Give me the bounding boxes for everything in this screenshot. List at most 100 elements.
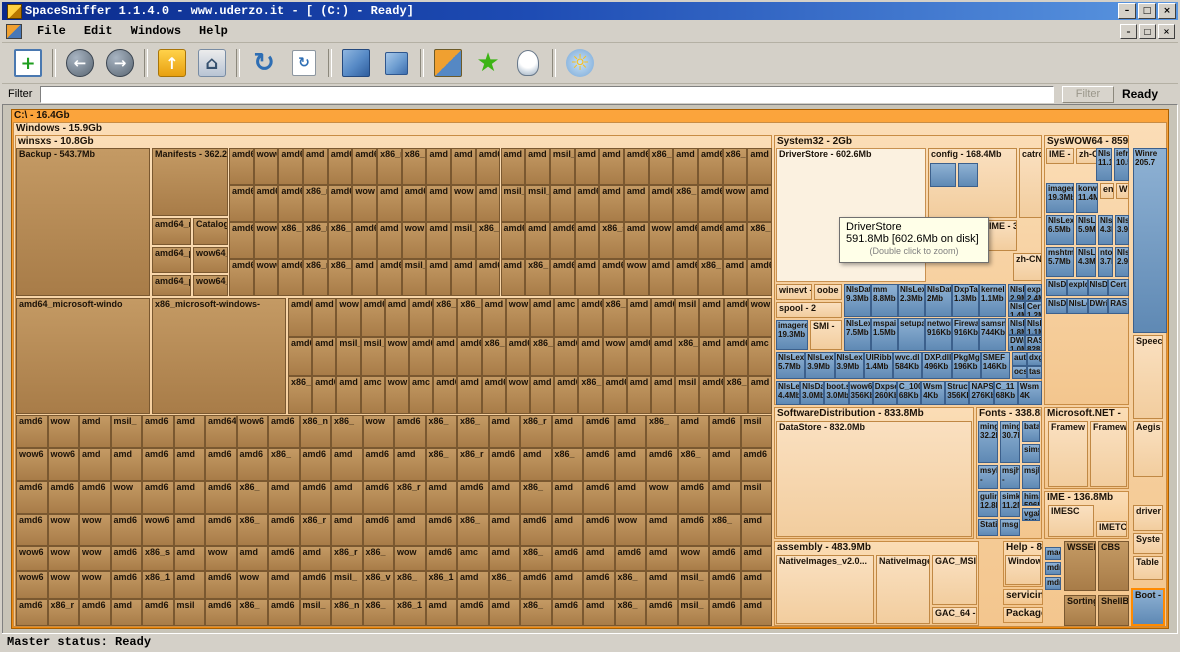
treemap-block[interactable]: amd [615, 448, 647, 481]
treemap-block[interactable]: Wsm 4K [1018, 381, 1042, 405]
treemap-block[interactable]: amd [426, 599, 458, 626]
treemap-block[interactable]: NlsLexi 3.9Mb [835, 352, 864, 379]
treemap-block[interactable]: CertE 1.2M [1025, 301, 1042, 317]
back-button[interactable]: ← [60, 45, 100, 81]
treemap-block[interactable]: amd [741, 546, 773, 571]
treemap-block[interactable]: amd [575, 259, 600, 296]
treemap-block[interactable]: amd [312, 298, 336, 337]
treemap-block[interactable]: amd [426, 222, 451, 259]
treemap-block[interactable]: wow [111, 481, 143, 514]
treemap-block[interactable]: amd [709, 448, 741, 481]
treemap-block[interactable]: DXP.dll 496Kb [922, 352, 951, 379]
treemap-block[interactable]: korwb 11.4M [1076, 183, 1098, 213]
treemap-block[interactable]: ocset [1012, 366, 1027, 379]
treemap-block[interactable]: amd [457, 571, 489, 599]
treemap-block[interactable]: amd [174, 571, 206, 599]
treemap-block[interactable]: amd [457, 376, 481, 414]
treemap-block[interactable]: x86_r [278, 222, 303, 259]
treemap-block[interactable]: en-U [1100, 183, 1114, 199]
treemap-block[interactable]: amd [599, 148, 624, 185]
treemap-block[interactable]: amd6 [699, 376, 723, 414]
treemap-block[interactable]: amd6 [402, 185, 427, 222]
treemap-block[interactable]: NlsLexi 6.5Mb [1046, 215, 1074, 245]
treemap-block[interactable]: wow [205, 546, 237, 571]
treemap-block[interactable]: Dxpser 260Kb [873, 381, 897, 405]
treemap-block[interactable]: NlsL 5.9M [1076, 215, 1096, 245]
treemap-block[interactable]: msil_ [336, 337, 360, 376]
treemap-block[interactable]: amd6 [501, 222, 526, 259]
treemap-block[interactable]: amd6 [433, 376, 457, 414]
treemap-block[interactable]: wow64_4 [254, 259, 279, 296]
treemap-block[interactable]: amd [377, 222, 402, 259]
treemap-block[interactable]: driver [1133, 505, 1163, 531]
treemap-block[interactable]: amd6 [111, 514, 143, 546]
mdi-minimize-button[interactable]: – [1120, 24, 1137, 39]
minimize-button[interactable]: – [1118, 3, 1136, 19]
treemap-block[interactable]: msil_ [300, 599, 332, 626]
treemap-block[interactable]: NlsD [1046, 279, 1067, 296]
treemap-block[interactable]: amd [433, 337, 457, 376]
treemap-block[interactable]: Wsm 4Kb [921, 381, 945, 405]
treemap-block[interactable]: amd6 [724, 298, 748, 337]
treemap-block[interactable]: amd [451, 259, 476, 296]
treemap-block[interactable]: amd6 [268, 599, 300, 626]
treemap-block[interactable]: amd [426, 259, 451, 296]
treemap-block[interactable]: Catalogs - [193, 218, 228, 245]
treemap-block[interactable]: amd6 [615, 546, 647, 571]
treemap-block[interactable]: wow [385, 337, 409, 376]
treemap-block[interactable] [930, 163, 956, 187]
treemap-block[interactable]: wow6 [16, 546, 48, 571]
treemap-block[interactable]: amd [300, 546, 332, 571]
treemap-block[interactable]: amd6 [237, 448, 269, 481]
treemap-block[interactable]: amd6 [142, 599, 174, 626]
treemap-block[interactable]: amd [741, 599, 773, 626]
refresh-button[interactable]: ↻ [244, 45, 284, 81]
treemap-block[interactable]: x86_ [709, 514, 741, 546]
treemap-block[interactable]: x86_ [578, 376, 602, 414]
treemap-block[interactable]: msil_ [550, 148, 575, 185]
treemap-block[interactable]: amd6 [550, 259, 575, 296]
treemap-block[interactable]: x86_ [678, 448, 710, 481]
treemap-block[interactable]: amd6 [328, 148, 353, 185]
treemap-block[interactable]: amd6 [578, 298, 602, 337]
treemap-block[interactable]: amd [331, 514, 363, 546]
treemap-block[interactable]: NlsData 9.3Mb [844, 284, 871, 317]
treemap-block[interactable]: wow [237, 571, 269, 599]
maximize-button[interactable]: □ [1138, 3, 1156, 19]
treemap-block[interactable]: amd6 [142, 448, 174, 481]
treemap-block[interactable]: x86_s [599, 222, 624, 259]
treemap-block[interactable]: Syste [1133, 533, 1163, 554]
treemap-block[interactable]: ming_ 30.7M [1000, 421, 1020, 463]
treemap-block[interactable]: amd [747, 185, 772, 222]
treemap-block[interactable]: amd6 [520, 514, 552, 546]
treemap-block[interactable]: NlsLexic 4.4Mb [776, 381, 800, 405]
treemap-block[interactable]: amd6 [363, 481, 395, 514]
treemap-block[interactable]: wow [506, 298, 530, 337]
treemap-block[interactable]: amd [530, 298, 554, 337]
treemap-block[interactable]: amc [457, 546, 489, 571]
less-detail-button[interactable] [336, 45, 376, 81]
treemap-block[interactable]: amd [489, 481, 521, 514]
treemap-block[interactable]: amd [552, 514, 584, 546]
treemap-block[interactable]: amd6 [741, 448, 773, 481]
treemap-block[interactable]: x86_ [268, 448, 300, 481]
treemap-block[interactable]: msil_ [402, 259, 427, 296]
treemap-block[interactable]: amd64_p [152, 247, 191, 273]
treemap-block[interactable]: wow [506, 376, 530, 414]
show-free-space-button[interactable]: ★ [468, 45, 508, 81]
treemap-block[interactable]: amd [575, 222, 600, 259]
treemap-block[interactable]: IMETC [1096, 521, 1127, 537]
treemap-block[interactable]: amd6 [300, 448, 332, 481]
treemap-block[interactable]: amd [525, 222, 550, 259]
home-button[interactable]: ⌂ [192, 45, 232, 81]
treemap-block[interactable]: catro [1019, 148, 1042, 218]
treemap-block[interactable]: mm 8.8Mb [871, 284, 898, 317]
treemap-block[interactable]: x86_ [520, 481, 552, 514]
treemap-block[interactable]: amd6 [409, 298, 433, 337]
treemap-block[interactable]: spool - 2 [776, 302, 842, 318]
filter-input[interactable] [40, 86, 1054, 103]
treemap-block[interactable]: wow [79, 571, 111, 599]
treemap-block[interactable]: x86_ [426, 448, 458, 481]
treemap-block[interactable]: amd [501, 148, 526, 185]
treemap-block[interactable]: amd6 [394, 415, 426, 448]
